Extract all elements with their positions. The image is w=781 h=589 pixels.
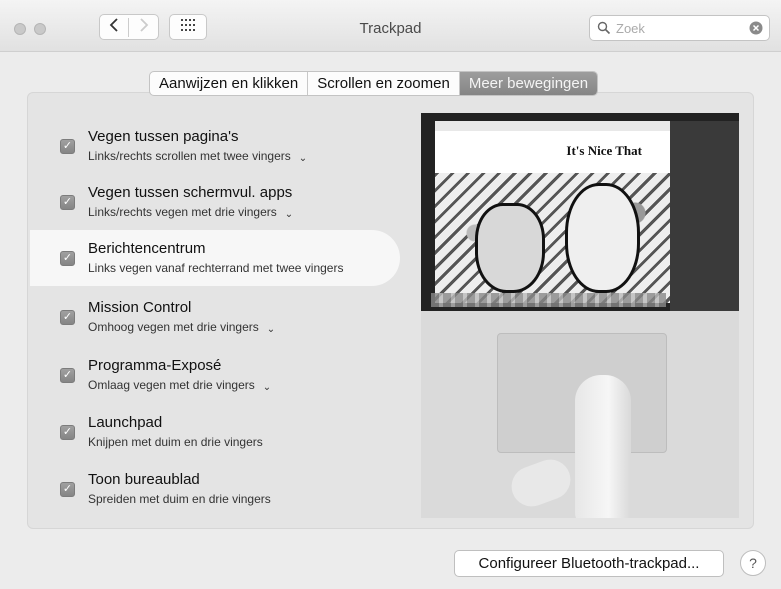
preview-thumb — [505, 453, 577, 513]
clear-icon[interactable] — [749, 21, 763, 40]
gesture-title: Toon bureaublad — [88, 471, 200, 488]
gesture-option[interactable]: Links/rechts vegen met drie vingers ⌄ — [88, 205, 293, 220]
gesture-item[interactable]: ✓ Programma-Exposé Omlaag vegen met drie… — [47, 347, 407, 403]
preview-dock — [431, 293, 666, 307]
gesture-item[interactable]: ✓ Vegen tussen pagina's Links/rechts scr… — [47, 118, 407, 174]
preview-browser: It's Nice That — [435, 121, 670, 303]
chevron-down-icon[interactable]: ⌄ — [267, 324, 275, 335]
preview-brand: It's Nice That — [566, 143, 642, 158]
gesture-title: Berichtencentrum — [88, 240, 206, 257]
gesture-option-label: Omlaag vegen met drie vingers — [88, 378, 255, 392]
gesture-item[interactable]: ✓ Launchpad Knijpen met duim en drie vin… — [47, 404, 407, 460]
gesture-item[interactable]: ✓ Toon bureaublad Spreiden met duim en d… — [47, 461, 407, 517]
tab-point-and-click[interactable]: Aanwijzen en klikken — [150, 72, 309, 95]
tab-more-gestures[interactable]: Meer bewegingen — [459, 72, 598, 95]
chevron-down-icon[interactable]: ⌄ — [285, 209, 293, 220]
chevron-down-icon[interactable]: ⌄ — [263, 382, 271, 393]
gesture-option[interactable]: Omlaag vegen met drie vingers ⌄ — [88, 378, 271, 393]
checkbox[interactable]: ✓ — [60, 425, 75, 440]
gesture-option-label: Links vegen vanaf rechterrand met twee v… — [88, 261, 344, 275]
tab-bar: Aanwijzen en klikken Scrollen en zoomen … — [149, 71, 599, 96]
preview-notification-center — [670, 121, 739, 311]
checkbox[interactable]: ✓ — [60, 482, 75, 497]
search-field[interactable] — [589, 15, 770, 41]
gesture-item[interactable]: ✓ Berichtencentrum Links vegen vanaf rec… — [30, 230, 400, 286]
gesture-title: Vegen tussen schermvul. apps — [88, 184, 293, 201]
preview-screen: It's Nice That — [421, 113, 739, 311]
artwork-face — [565, 183, 640, 293]
gesture-option[interactable]: Links/rechts scrollen met twee vingers ⌄ — [88, 149, 307, 164]
gesture-item[interactable]: ✓ Vegen tussen schermvul. apps Links/rec… — [47, 174, 407, 230]
gesture-option-label: Omhoog vegen met drie vingers — [88, 320, 259, 334]
checkbox[interactable]: ✓ — [60, 251, 75, 266]
configure-bluetooth-trackpad-button[interactable]: Configureer Bluetooth-trackpad... — [454, 550, 724, 577]
checkbox[interactable]: ✓ — [60, 310, 75, 325]
checkbox[interactable]: ✓ — [60, 368, 75, 383]
gesture-option-label: Knijpen met duim en drie vingers — [88, 435, 263, 449]
artwork-face — [475, 203, 545, 293]
gesture-title: Launchpad — [88, 414, 163, 431]
gesture-option[interactable]: Omhoog vegen met drie vingers ⌄ — [88, 320, 275, 335]
checkbox[interactable]: ✓ — [60, 195, 75, 210]
chevron-down-icon[interactable]: ⌄ — [299, 153, 307, 164]
gesture-option-label: Links/rechts scrollen met twee vingers — [88, 149, 291, 163]
gesture-title: Vegen tussen pagina's — [88, 128, 239, 145]
checkbox[interactable]: ✓ — [60, 139, 75, 154]
preview-hand — [575, 375, 631, 518]
tab-scroll-and-zoom[interactable]: Scrollen en zoomen — [308, 72, 460, 95]
gesture-option-label: Spreiden met duim en drie vingers — [88, 492, 271, 506]
preview-artwork — [435, 173, 670, 303]
title-bar: Trackpad — [0, 0, 781, 52]
gesture-option-label: Links/rechts vegen met drie vingers — [88, 205, 277, 219]
gesture-item[interactable]: ✓ Mission Control Omhoog vegen met drie … — [47, 289, 407, 345]
gesture-title: Programma-Exposé — [88, 357, 222, 374]
search-input[interactable] — [616, 20, 736, 37]
gesture-preview-image: It's Nice That — [421, 113, 739, 518]
gesture-title: Mission Control — [88, 299, 192, 316]
magnifier-icon — [597, 21, 611, 40]
preview-browser-bar — [435, 121, 670, 131]
help-button[interactable]: ? — [740, 550, 766, 576]
